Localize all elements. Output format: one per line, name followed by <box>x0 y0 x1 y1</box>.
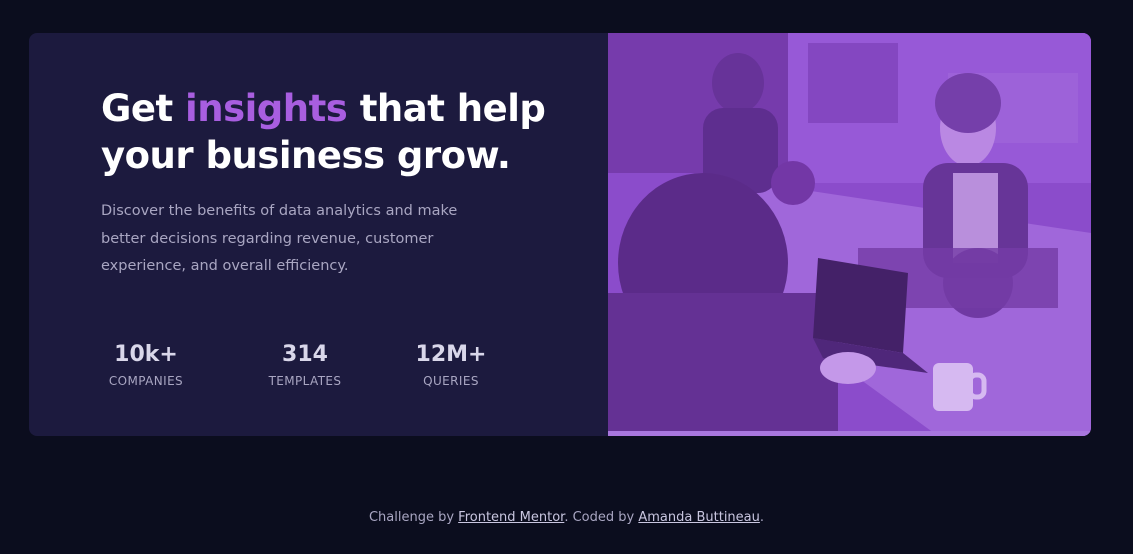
author-link[interactable]: Amanda Buttineau <box>638 510 760 525</box>
stat-label: QUERIES <box>423 374 479 388</box>
stat-companies: 10k+ COMPANIES <box>86 340 206 388</box>
stat-label: TEMPLATES <box>268 374 342 388</box>
stat-value: 314 <box>282 342 328 367</box>
attribution-footer: Challenge by Frontend Mentor. Coded by A… <box>0 510 1133 525</box>
stats-row: 10k+ COMPANIES 314 TEMPLATES 12M+ QUERIE… <box>101 340 521 400</box>
stats-card: Get insights that help your business gro… <box>29 33 1091 436</box>
stat-templates: 314 TEMPLATES <box>245 340 365 388</box>
hero-image <box>608 33 1091 436</box>
footer-middle: . Coded by <box>564 510 639 525</box>
stat-label: COMPANIES <box>108 374 184 388</box>
hero-heading: Get insights that help your business gro… <box>101 85 561 179</box>
stat-value: 12M+ <box>415 342 487 367</box>
frontend-mentor-link[interactable]: Frontend Mentor <box>458 510 564 525</box>
stat-value: 10k+ <box>114 342 178 367</box>
office-photo-illustration <box>608 33 1091 436</box>
heading-accent-word: insights <box>185 87 348 130</box>
footer-suffix: . <box>759 510 765 525</box>
stat-queries: 12M+ QUERIES <box>391 340 511 388</box>
footer-prefix: Challenge by <box>368 510 459 525</box>
hero-description: Discover the benefits of data analytics … <box>101 203 458 274</box>
card-text-column: Get insights that help your business gro… <box>29 33 608 436</box>
heading-pre: Get <box>101 87 186 130</box>
